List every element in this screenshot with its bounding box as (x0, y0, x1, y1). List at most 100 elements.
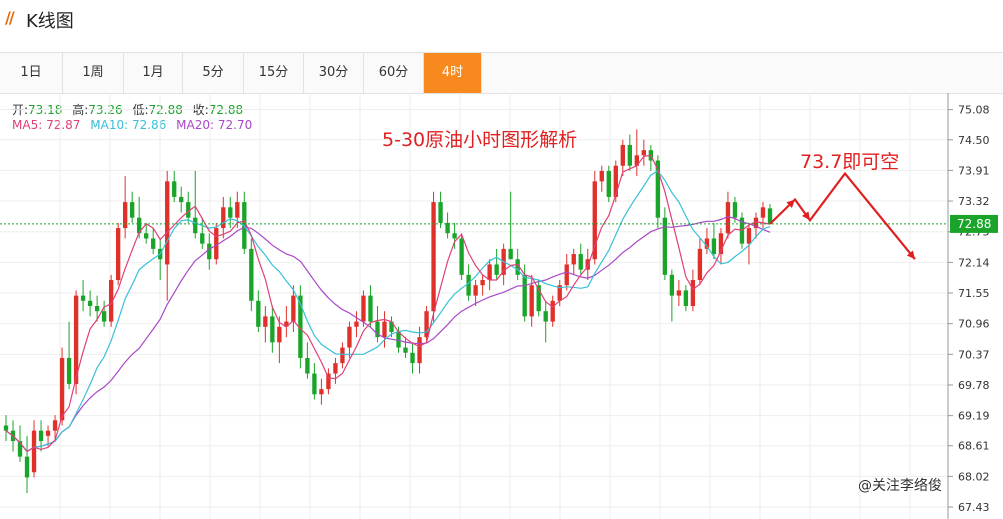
candle-body (235, 202, 240, 218)
candle-body (466, 274, 471, 296)
annotation-headline: 5-30原油小时图形解析 (382, 129, 577, 151)
candle-body (620, 144, 625, 166)
candle-body (522, 274, 527, 317)
candle-body (66, 357, 72, 384)
candle-body (59, 357, 65, 421)
candle-body (151, 238, 156, 249)
candle-body (606, 170, 611, 197)
y-tick-label: 72.14 (958, 256, 990, 269)
candle-body (193, 217, 198, 234)
candle-body (697, 248, 703, 281)
candle-body (368, 295, 373, 322)
candle-body (249, 248, 254, 301)
candle-body (641, 150, 647, 156)
candle-body (410, 352, 415, 364)
candle-body (683, 290, 689, 306)
y-tick-label: 70.96 (958, 318, 990, 331)
candle-body (347, 326, 352, 348)
candle-body (228, 207, 233, 218)
candle-body (144, 233, 149, 239)
candlestick-chart: 75.0874.5073.9173.3272.7372.1471.5570.96… (0, 93, 998, 519)
candle-body (459, 238, 464, 275)
candle-body (94, 306, 100, 312)
candle-body (326, 373, 331, 390)
candle-body (564, 264, 569, 286)
candle-body (354, 321, 359, 327)
candle-body (669, 274, 675, 296)
candle-body (711, 238, 717, 255)
candle-body (676, 290, 682, 296)
candle-body (613, 165, 618, 197)
candle-body (424, 311, 429, 338)
candle-body (207, 243, 212, 260)
candle-body (263, 316, 268, 327)
projection-arrow (769, 171, 916, 260)
candle-body (403, 347, 408, 353)
candle-body (340, 347, 345, 364)
candle-body (179, 196, 184, 203)
candle-body (431, 202, 436, 312)
candle-body (361, 295, 366, 322)
candle-body (382, 321, 387, 338)
y-tick-label: 68.02 (958, 470, 990, 483)
candle-body (452, 233, 457, 239)
candle-body (578, 254, 583, 270)
candle-body (627, 144, 632, 166)
candle-body (129, 202, 135, 218)
candle-body (319, 389, 324, 395)
candle-body (87, 300, 93, 306)
annotation-target: 73.7即可空 (800, 151, 899, 173)
candle-body (172, 181, 177, 197)
candle-body (760, 207, 766, 218)
y-tick-label: 70.37 (958, 348, 990, 361)
candle-body (305, 357, 310, 374)
y-tick-label: 67.43 (958, 501, 990, 514)
ma20-line (5, 215, 771, 453)
ma10-line (5, 170, 771, 453)
candle-body (3, 425, 9, 431)
candle-body (277, 326, 282, 343)
y-tick-label: 71.55 (958, 287, 990, 300)
y-tick-label: 69.19 (958, 410, 990, 423)
candle-body (291, 295, 296, 322)
watermark: @关注李络俊 (858, 478, 942, 494)
candle-body (333, 363, 338, 374)
y-tick-label: 69.78 (958, 379, 990, 392)
candle-body (312, 373, 317, 395)
candle-body (508, 248, 513, 260)
candle-body (445, 222, 450, 234)
current-price-label: 72.88 (957, 217, 991, 231)
candle-body (80, 295, 86, 301)
candle-body (45, 430, 51, 436)
candle-body (480, 280, 485, 286)
candle-body (550, 300, 555, 322)
y-tick-label: 73.91 (958, 164, 990, 177)
candle-body (24, 456, 30, 478)
candle-body (256, 300, 261, 327)
y-tick-label: 74.50 (958, 134, 990, 147)
y-tick-label: 75.08 (958, 104, 990, 117)
candle-body (599, 170, 604, 182)
candle-body (52, 420, 58, 431)
candle-body (487, 264, 492, 281)
candle-body (571, 254, 576, 265)
candle-body (115, 228, 121, 281)
candle-body (417, 337, 422, 364)
y-tick-label: 68.61 (958, 440, 990, 453)
candle-body (165, 181, 170, 265)
candle-body (473, 285, 478, 296)
candle-body (38, 430, 44, 442)
candle-body (438, 202, 443, 223)
candle-body (101, 311, 107, 322)
candle-body (221, 207, 226, 229)
y-tick-label: 73.32 (958, 195, 990, 208)
candle-body (494, 264, 499, 275)
candle-body (270, 316, 275, 343)
candle-body (732, 202, 738, 218)
candle-body (690, 280, 696, 306)
candle-body (200, 233, 205, 244)
candle-body (746, 228, 752, 244)
candle-body (214, 228, 219, 260)
candle-body (543, 311, 548, 322)
ma5-line (5, 154, 771, 453)
